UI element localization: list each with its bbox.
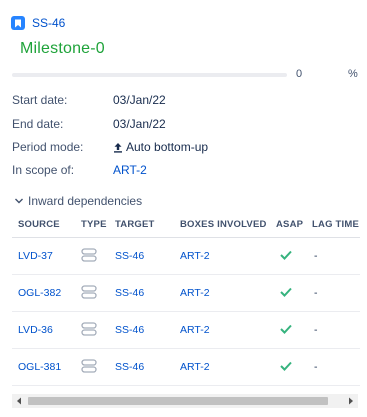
in-scope-link[interactable]: ART-2: [113, 163, 147, 177]
column-header-source[interactable]: SOURCE: [12, 219, 75, 230]
column-header-asap[interactable]: ASAP: [272, 219, 308, 230]
end-date-label: End date:: [12, 117, 64, 131]
column-header-type[interactable]: TYPE: [75, 219, 110, 230]
start-date-value: 03/Jan/22: [113, 93, 166, 107]
arrow-up-bar-icon: [113, 142, 123, 153]
lag-time-value: -: [314, 361, 318, 373]
table-row: OGL-382 SS-46 ART-2 -: [12, 275, 360, 312]
issue-header: SS-46: [11, 14, 65, 32]
period-mode-label: Period mode:: [12, 140, 84, 154]
table-header: SOURCE TYPE TARGET BOXES INVOLVED ASAP L…: [12, 211, 360, 238]
period-mode-value: Auto bottom-up: [113, 140, 208, 154]
period-mode-row: Period mode: Auto bottom-up: [12, 138, 208, 156]
table-row: LVD-36 SS-46 ART-2 -: [12, 312, 360, 349]
progress-value: 0: [296, 68, 303, 80]
link-type-icon: [75, 247, 110, 265]
check-icon: [272, 250, 308, 263]
target-link[interactable]: SS-46: [110, 287, 174, 299]
target-link[interactable]: SS-46: [110, 324, 174, 336]
lag-time-value: -: [314, 324, 318, 336]
table-row: LVD-37 SS-46 ART-2 -: [12, 238, 360, 275]
end-date-row: End date: 03/Jan/22: [12, 115, 166, 133]
horizontal-scrollbar[interactable]: [12, 394, 358, 408]
column-header-target[interactable]: TARGET: [110, 219, 174, 230]
check-icon: [272, 361, 308, 374]
start-date-label: Start date:: [12, 93, 68, 107]
period-mode-text: Auto bottom-up: [126, 140, 209, 154]
in-scope-row: In scope of: ART-2: [12, 161, 147, 179]
link-type-icon: [75, 358, 110, 376]
progress-unit: %: [348, 68, 358, 80]
boxes-involved-link[interactable]: ART-2: [174, 324, 272, 336]
table-row: OGL-381 SS-46 ART-2 -: [12, 349, 360, 386]
start-date-row: Start date: 03/Jan/22: [12, 91, 166, 109]
milestone-title: Milestone-0: [20, 40, 105, 57]
check-icon: [272, 324, 308, 337]
column-header-lag-time[interactable]: LAG TIME: [308, 219, 360, 230]
scroll-right-arrow-icon[interactable]: [344, 394, 358, 408]
end-date-value: 03/Jan/22: [113, 117, 166, 131]
source-link[interactable]: LVD-36: [12, 324, 75, 336]
target-link[interactable]: SS-46: [110, 250, 174, 262]
inward-dependencies-toggle[interactable]: Inward dependencies: [14, 194, 142, 208]
source-link[interactable]: OGL-381: [12, 361, 75, 373]
column-header-boxes-involved[interactable]: BOXES INVOLVED: [174, 219, 272, 230]
link-type-icon: [75, 321, 110, 339]
target-link[interactable]: SS-46: [110, 361, 174, 373]
chevron-down-icon: [14, 196, 24, 206]
dependencies-table: SOURCE TYPE TARGET BOXES INVOLVED ASAP L…: [12, 211, 360, 386]
source-link[interactable]: OGL-382: [12, 287, 75, 299]
source-link[interactable]: LVD-37: [12, 250, 75, 262]
scrollbar-thumb[interactable]: [28, 397, 328, 405]
boxes-involved-link[interactable]: ART-2: [174, 287, 272, 299]
check-icon: [272, 287, 308, 300]
inward-dependencies-label: Inward dependencies: [28, 194, 143, 208]
issue-key-link[interactable]: SS-46: [32, 15, 65, 31]
boxes-involved-link[interactable]: ART-2: [174, 361, 272, 373]
link-type-icon: [75, 284, 110, 302]
in-scope-label: In scope of:: [12, 163, 75, 177]
lag-time-value: -: [314, 250, 318, 262]
progress-bar: [12, 73, 287, 77]
lag-time-value: -: [314, 287, 318, 299]
issue-type-icon: [11, 16, 25, 30]
boxes-involved-link[interactable]: ART-2: [174, 250, 272, 262]
scroll-left-arrow-icon[interactable]: [12, 394, 26, 408]
